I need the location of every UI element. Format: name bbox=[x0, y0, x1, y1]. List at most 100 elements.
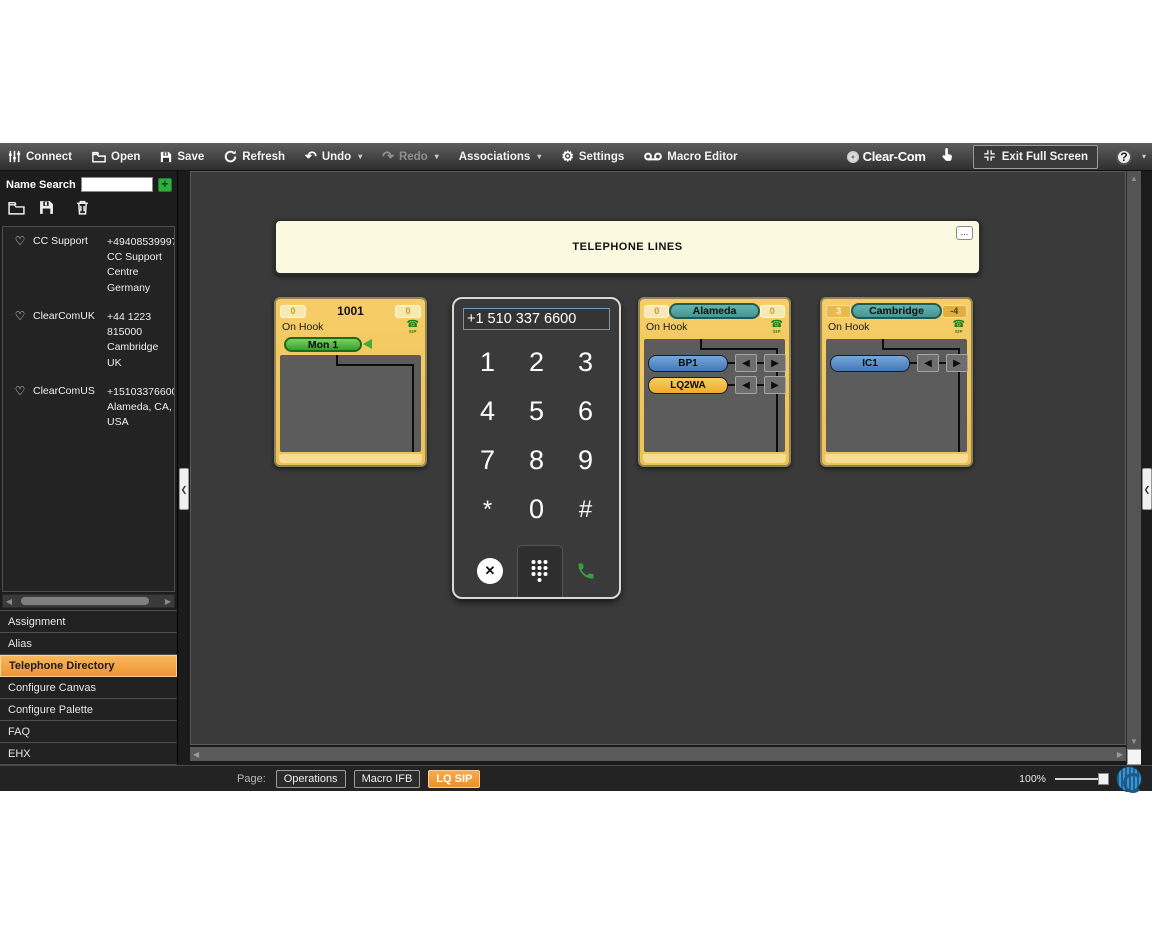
telephone-lines-banner[interactable]: TELEPHONE LINES ... bbox=[274, 219, 981, 275]
hook-status: On Hook bbox=[646, 321, 687, 333]
keypad-toggle-button[interactable] bbox=[517, 545, 563, 597]
banner-menu-button[interactable]: ... bbox=[956, 226, 973, 240]
refresh-button[interactable]: Refresh bbox=[224, 150, 285, 163]
key-1[interactable]: 1 bbox=[463, 338, 512, 387]
scrollbar-thumb[interactable] bbox=[21, 597, 149, 605]
zoom-slider-thumb[interactable] bbox=[1098, 773, 1109, 785]
key-3[interactable]: 3 bbox=[561, 338, 610, 387]
scroll-right-arrow-icon[interactable]: ▶ bbox=[162, 597, 174, 606]
call-button[interactable] bbox=[576, 561, 596, 586]
canvas-horizontal-scrollbar[interactable]: ◀ ▶ bbox=[190, 747, 1126, 761]
key-9[interactable]: 9 bbox=[561, 436, 610, 485]
sidebar-menu: Assignment Alias Telephone Directory Con… bbox=[0, 610, 177, 765]
touch-mode-icon[interactable] bbox=[940, 146, 955, 168]
cancel-call-button[interactable]: ✕ bbox=[477, 558, 503, 584]
scroll-right-arrow-icon[interactable]: ▶ bbox=[1117, 750, 1123, 759]
route-right-arrow-button[interactable]: ▶ bbox=[946, 354, 968, 372]
name-search-input[interactable] bbox=[81, 177, 153, 192]
member-pill[interactable]: LQ2WA bbox=[648, 377, 728, 394]
sidebar-item-faq[interactable]: FAQ bbox=[0, 721, 177, 743]
add-contact-button[interactable]: + bbox=[158, 178, 172, 192]
contact-address: Alameda, CA, USA bbox=[107, 400, 175, 430]
open-label: Open bbox=[111, 151, 140, 163]
scroll-left-arrow-icon[interactable]: ◀ bbox=[193, 750, 199, 759]
card-title-pill[interactable]: Cambridge bbox=[851, 303, 941, 319]
contact-name: ClearComUS bbox=[33, 385, 107, 397]
sidebar-item-configure-canvas[interactable]: Configure Canvas bbox=[0, 677, 177, 699]
right-count-badge: 0 bbox=[760, 305, 785, 318]
settings-button[interactable]: ⚙ Settings bbox=[561, 148, 624, 165]
sidebar-item-assignment[interactable]: Assignment bbox=[0, 611, 177, 633]
sip-dialer[interactable]: 1 2 3 4 5 6 7 8 9 * 0 # bbox=[452, 297, 621, 599]
zoom-slider[interactable] bbox=[1055, 778, 1107, 780]
favorite-heart-icon[interactable]: ♡ bbox=[7, 234, 33, 248]
page-tab-lq-sip[interactable]: LQ SIP bbox=[428, 770, 480, 788]
associations-dropdown-chevron-icon[interactable]: ▾ bbox=[537, 152, 541, 161]
scroll-left-arrow-icon[interactable]: ◀ bbox=[3, 597, 15, 606]
key-hash[interactable]: # bbox=[561, 485, 610, 534]
page-tab-operations[interactable]: Operations bbox=[276, 770, 346, 788]
dial-number-input[interactable] bbox=[463, 308, 610, 330]
route-left-arrow-button[interactable]: ◀ bbox=[917, 354, 939, 372]
exit-full-screen-button[interactable]: Exit Full Screen bbox=[973, 145, 1098, 169]
save-floppy-icon bbox=[160, 151, 172, 163]
canvas[interactable]: TELEPHONE LINES ... 0 1001 0 On Hook ☎SI… bbox=[190, 171, 1126, 745]
scroll-down-arrow-icon[interactable]: ▼ bbox=[1130, 734, 1138, 749]
key-6[interactable]: 6 bbox=[561, 387, 610, 436]
sidebar-item-ehx[interactable]: EHX bbox=[0, 743, 177, 765]
member-pill[interactable]: IC1 bbox=[830, 355, 910, 372]
contact-row[interactable]: ♡ ClearComUK +44 1223 815000 Cambridge U… bbox=[7, 310, 170, 371]
route-left-arrow-button[interactable]: ◀ bbox=[735, 354, 757, 372]
sidebar-collapse-handle[interactable]: ❮ bbox=[179, 468, 189, 510]
macro-editor-button[interactable]: Macro Editor bbox=[644, 151, 737, 163]
route-right-arrow-button[interactable]: ▶ bbox=[764, 354, 786, 372]
save-button[interactable]: Save bbox=[160, 151, 204, 163]
line-card-1001[interactable]: 0 1001 0 On Hook ☎SIP Mon 1 bbox=[274, 297, 427, 467]
help-button[interactable]: ? bbox=[1116, 149, 1132, 165]
line-card-alameda[interactable]: 0 Alameda 0 On Hook ☎SIP BP1 bbox=[638, 297, 791, 467]
refresh-label: Refresh bbox=[242, 151, 285, 163]
route-right-arrow-button[interactable]: ▶ bbox=[764, 376, 786, 394]
favorite-heart-icon[interactable]: ♡ bbox=[7, 309, 33, 323]
key-star[interactable]: * bbox=[463, 485, 512, 534]
hook-status: On Hook bbox=[828, 321, 869, 333]
undo-button[interactable]: ↶ Undo ▾ bbox=[305, 148, 362, 165]
key-8[interactable]: 8 bbox=[512, 436, 561, 485]
favorite-heart-icon[interactable]: ♡ bbox=[7, 384, 33, 398]
routing-panel[interactable]: IC1 ◀ ▶ bbox=[826, 339, 967, 452]
trash-icon[interactable] bbox=[76, 200, 89, 220]
routing-panel[interactable]: BP1 ◀ ▶ LQ2WA ◀ bbox=[644, 339, 785, 452]
help-dropdown-chevron-icon[interactable]: ▾ bbox=[1142, 152, 1146, 161]
connect-button[interactable]: Connect bbox=[8, 150, 72, 163]
undo-dropdown-chevron-icon[interactable]: ▾ bbox=[358, 152, 362, 161]
key-7[interactable]: 7 bbox=[463, 436, 512, 485]
redo-button[interactable]: ↷ Redo ▾ bbox=[382, 148, 439, 165]
open-button[interactable]: Open bbox=[92, 151, 140, 163]
sidebar-item-alias[interactable]: Alias bbox=[0, 633, 177, 655]
monitor-pill[interactable]: Mon 1 bbox=[284, 337, 362, 352]
key-0[interactable]: 0 bbox=[512, 485, 561, 534]
save-floppy-icon[interactable] bbox=[39, 200, 54, 220]
associations-button[interactable]: Associations ▾ bbox=[459, 151, 542, 163]
open-folder-icon[interactable] bbox=[8, 201, 25, 220]
key-2[interactable]: 2 bbox=[512, 338, 561, 387]
route-left-arrow-button[interactable]: ◀ bbox=[735, 376, 757, 394]
contact-row[interactable]: ♡ CC Support +4940853999700 CC Support C… bbox=[7, 235, 170, 296]
card-title-pill[interactable]: Alameda bbox=[669, 303, 759, 319]
line-card-cambridge[interactable]: 3 Cambridge -4 On Hook ☎SIP IC1 bbox=[820, 297, 973, 467]
contact-row[interactable]: ♡ ClearComUS +15103376600 Alameda, CA, U… bbox=[7, 385, 170, 431]
associations-label: Associations bbox=[459, 151, 531, 163]
page-tab-macro-ifb[interactable]: Macro IFB bbox=[354, 770, 421, 788]
sidebar-item-configure-palette[interactable]: Configure Palette bbox=[0, 699, 177, 721]
canvas-vertical-scrollbar[interactable]: ▲ ▼ bbox=[1126, 171, 1141, 765]
sidebar-horizontal-scrollbar[interactable]: ◀ ▶ bbox=[2, 594, 175, 608]
key-5[interactable]: 5 bbox=[512, 387, 561, 436]
redo-dropdown-chevron-icon[interactable]: ▾ bbox=[435, 152, 439, 161]
member-pill[interactable]: BP1 bbox=[648, 355, 728, 372]
routing-wire bbox=[336, 364, 414, 452]
scroll-up-arrow-icon[interactable]: ▲ bbox=[1130, 171, 1138, 186]
key-4[interactable]: 4 bbox=[463, 387, 512, 436]
routing-panel[interactable] bbox=[280, 355, 421, 452]
sidebar-item-telephone-directory[interactable]: Telephone Directory bbox=[0, 655, 177, 677]
right-panel-collapse-handle[interactable]: ❮ bbox=[1142, 468, 1152, 510]
